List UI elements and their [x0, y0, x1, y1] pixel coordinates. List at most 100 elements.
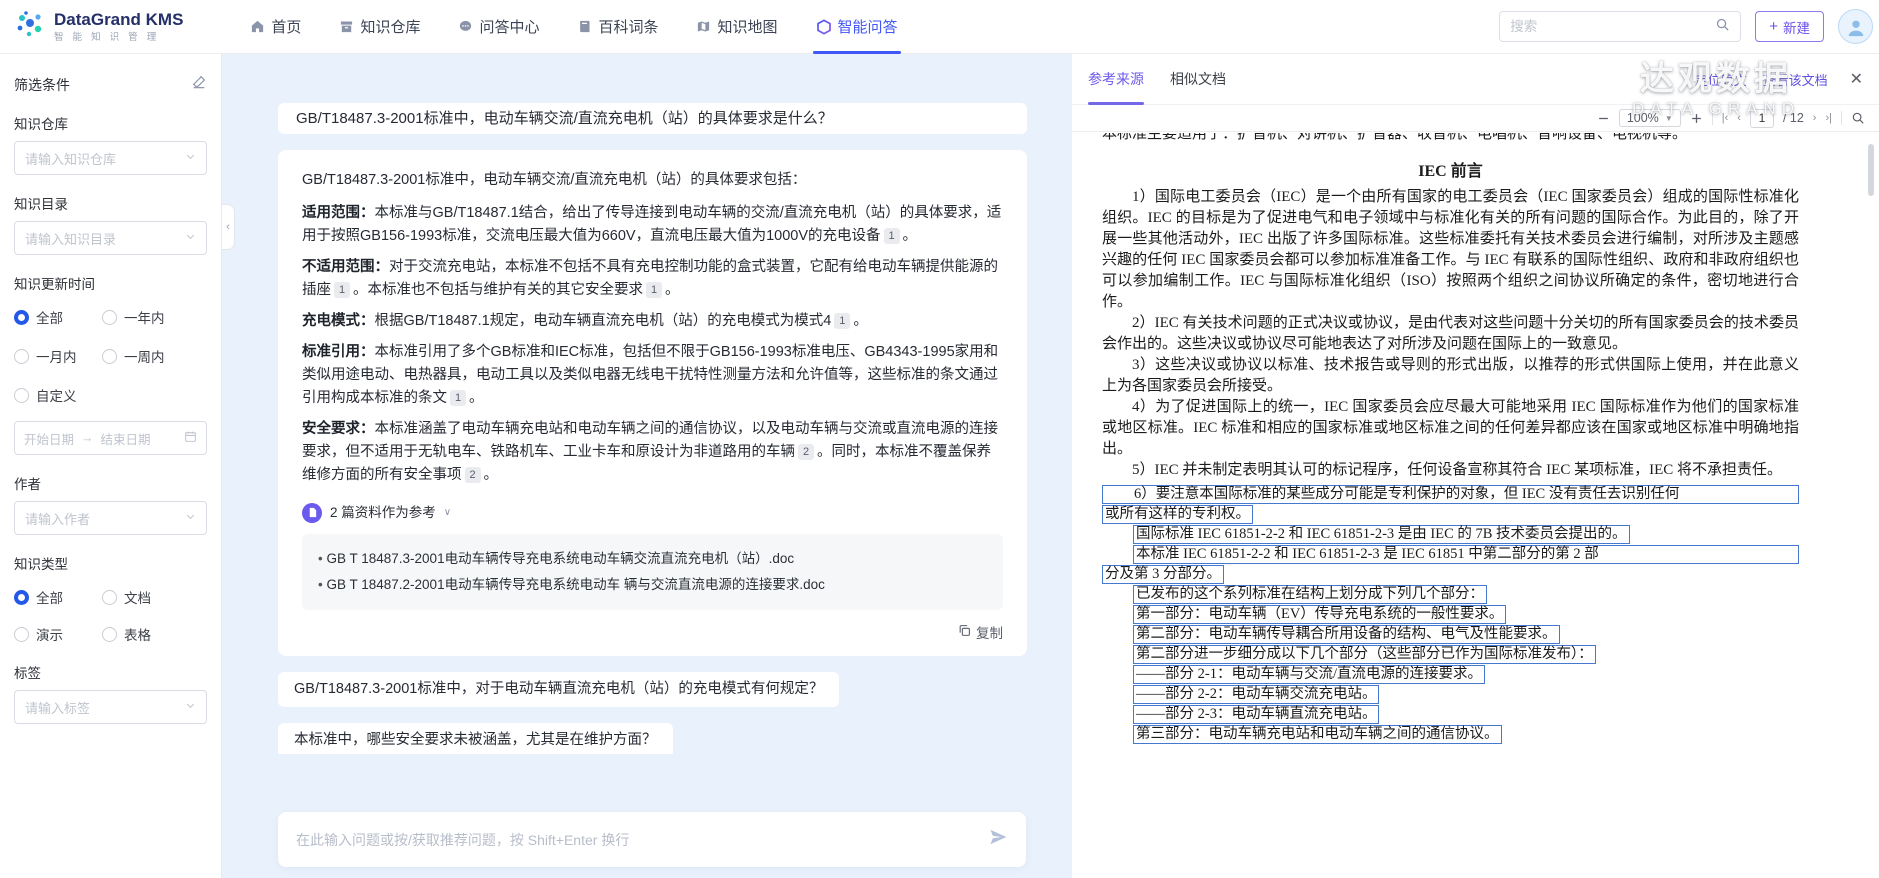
global-search[interactable]	[1499, 11, 1741, 42]
knowledge-type-radio-group: 全部 文档 演示 表格	[14, 587, 207, 644]
citation-badge[interactable]: 1	[450, 390, 466, 406]
main-nav: 首页 知识仓库 问答中心 百科词条 知识地图	[231, 0, 916, 54]
catalog-select[interactable]: 请输入知识目录	[14, 221, 207, 255]
repo-placeholder: 请输入知识仓库	[25, 149, 116, 168]
chat-bubble-icon	[458, 19, 473, 34]
nav-item-label: 知识仓库	[360, 16, 420, 37]
references-list: GB T 18487.3-2001电动车辆传导充电系统电动车辆交流直流充电机（站…	[302, 534, 1003, 610]
radio-time-one-year[interactable]: 一年内	[102, 307, 207, 327]
zoom-in-button[interactable]	[1690, 112, 1703, 125]
radio-time-all[interactable]: 全部	[14, 307, 102, 327]
zoom-level-select[interactable]: 100% ▼	[1619, 109, 1681, 127]
last-page-button[interactable]: ›|	[1825, 112, 1832, 124]
citation-badge[interactable]: 1	[646, 282, 662, 298]
highlight-line: 国际标准 IEC 61851-2-2 和 IEC 61851-2-3 是由 IE…	[1133, 525, 1630, 544]
suggested-question[interactable]: GB/T18487.3-2001标准中，对于电动车辆直流充电机（站）的充电模式有…	[278, 672, 839, 707]
author-select[interactable]: 请输入作者	[14, 501, 207, 535]
book-icon	[577, 19, 592, 34]
close-icon[interactable]: ✕	[1850, 69, 1863, 89]
radio-dot	[102, 627, 117, 642]
nav-item-encyclopedia[interactable]: 百科词条	[558, 0, 677, 54]
copy-icon	[958, 624, 971, 640]
answer-section: 安全要求：本标准涵盖了电动车辆充电站和电动车辆之间的通信协议，以及电动车辆与交流…	[302, 418, 1003, 487]
zoom-level-value: 100%	[1627, 111, 1659, 125]
radio-dot	[102, 310, 117, 325]
chevron-down-icon: ▼	[1665, 114, 1673, 123]
locate-source-link[interactable]: ❝ 定位原文	[1683, 70, 1747, 89]
zoom-out-button[interactable]	[1597, 112, 1610, 125]
radio-time-one-month[interactable]: 一月内	[14, 346, 102, 366]
question-input-bar	[278, 812, 1026, 867]
answer-section: 充电模式：根据GB/T18487.1规定，电动车辆直流充电机（站）的充电模式为模…	[302, 310, 1003, 333]
doc-paragraph: 2）IEC 有关技术问题的正式决议或协议，是由代表对这些问题十分关切的所有国家委…	[1102, 313, 1799, 355]
highlight-line: 第三部分：电动车辆充电站和电动车辆之间的通信协议。	[1133, 725, 1502, 744]
highlight-line: 第一部分：电动车辆（EV）传导充电系统的一般性要求。	[1133, 605, 1506, 624]
tag-select[interactable]: 请输入标签	[14, 690, 207, 724]
app-window: DataGrand KMS 智 能 知 识 管 理 首页 知识仓库 问答中心 百…	[0, 0, 1879, 878]
radio-type-sheet[interactable]: 表格	[102, 624, 207, 644]
answer-section: 不适用范围：对于交流充电站，本标准不包括不具有充电控制功能的盒式装置，它配有给电…	[302, 256, 1003, 302]
nav-item-knowledge-map[interactable]: 知识地图	[677, 0, 796, 54]
home-icon	[250, 19, 265, 34]
search-input[interactable]	[1510, 19, 1715, 34]
references-toggle[interactable]: 2 篇资料作为参考 ∨	[302, 501, 1003, 524]
nav-item-smart-qa[interactable]: 智能问答	[797, 0, 917, 54]
citation-badge[interactable]: 1	[334, 282, 350, 298]
prev-page-button[interactable]: ‹	[1737, 112, 1741, 124]
radio-type-all[interactable]: 全部	[14, 587, 102, 607]
tab-similar-docs[interactable]: 相似文档	[1170, 54, 1226, 105]
highlighted-passage: 6）要注意本国际标准的某些成分可能是专利保护的对象，但 IEC 没有责任去识别任…	[1102, 485, 1799, 744]
reference-doc-link[interactable]: GB T 18487.3-2001电动车辆传导充电系统电动车辆交流直流充电机（站…	[318, 546, 987, 572]
reference-reader-panel: 参考来源 相似文档 ❝ 定位原文 查看该文档 ✕ 100% ▼	[1072, 54, 1879, 878]
highlight-line: 第二部分进一步细分成以下几个部分（这些部分已作为国际标准发布）：	[1133, 645, 1596, 664]
radio-type-document[interactable]: 文档	[102, 587, 207, 607]
page-number-input[interactable]	[1750, 109, 1774, 128]
clear-filter-icon[interactable]	[191, 74, 207, 95]
tab-reference-source[interactable]: 参考来源	[1088, 54, 1144, 105]
nav-item-label: 首页	[271, 16, 301, 37]
radio-time-one-week[interactable]: 一周内	[102, 346, 207, 366]
nav-item-knowledge-repo[interactable]: 知识仓库	[320, 0, 439, 54]
view-document-link[interactable]: 查看该文档	[1763, 70, 1828, 89]
sidebar-collapse-handle[interactable]: ‹	[222, 204, 235, 250]
citation-badge[interactable]: 1	[834, 313, 850, 329]
reference-doc-link[interactable]: GB T 18487.2-2001电动车辆传导充电系统电动车 辆与交流直流电源的…	[318, 572, 987, 598]
citation-badge[interactable]: 2	[798, 444, 814, 460]
archive-box-icon	[339, 19, 354, 34]
repo-select[interactable]: 请输入知识仓库	[14, 141, 207, 175]
copy-button[interactable]: 复制	[958, 622, 1003, 642]
new-button[interactable]: + 新建	[1755, 11, 1824, 42]
user-avatar[interactable]	[1838, 9, 1873, 44]
date-range-picker[interactable]: 开始日期 → 结束日期	[14, 421, 207, 455]
chat-panel: GB/T18487.3-2001标准中，电动车辆交流/直流充电机（站）的具体要求…	[222, 54, 1072, 878]
radio-type-presentation[interactable]: 演示	[14, 624, 102, 644]
radio-time-custom[interactable]: 自定义	[14, 385, 102, 405]
catalog-placeholder: 请输入知识目录	[25, 229, 116, 248]
question-input[interactable]	[296, 832, 988, 848]
repo-label: 知识仓库	[14, 113, 207, 133]
document-search-icon[interactable]	[1851, 111, 1865, 125]
first-page-button[interactable]: |‹	[1722, 112, 1729, 124]
brand-logo[interactable]: DataGrand KMS 智 能 知 识 管 理	[14, 8, 183, 45]
send-icon[interactable]	[988, 827, 1008, 852]
citation-badge[interactable]: 2	[465, 467, 481, 483]
highlight-line: ——部分 2-3：电动车辆直流充电站。	[1133, 705, 1379, 724]
suggested-question[interactable]: 本标准中，哪些安全要求未被涵盖，尤其是在维护方面？	[278, 723, 673, 754]
citation-badge[interactable]: 1	[884, 228, 900, 244]
nav-item-label: 百科词条	[598, 16, 658, 37]
update-time-label: 知识更新时间	[14, 273, 207, 293]
nav-item-home[interactable]: 首页	[231, 0, 320, 54]
copy-label: 复制	[976, 622, 1003, 642]
document-viewer[interactable]: 本标准主要适用于：扩音机、对讲机、扩音器、收音机、电唱机、音响设备、电视机等。 …	[1072, 133, 1879, 878]
next-page-button[interactable]: ›	[1813, 112, 1817, 124]
chat-scroll-area[interactable]: GB/T18487.3-2001标准中，电动车辆交流/直流充电机（站）的具体要求…	[222, 54, 1072, 754]
reader-header: 参考来源 相似文档 ❝ 定位原文 查看该文档 ✕	[1072, 54, 1879, 105]
highlight-line: ——部分 2-1：电动车辆与交流/直流电源的连接要求。	[1133, 665, 1485, 684]
highlight-line: 已发布的这个系列标准在结构上划分成下列几个部分：	[1133, 585, 1487, 604]
nav-item-qa-center[interactable]: 问答中心	[439, 0, 558, 54]
highlight-line: ——部分 2-2：电动车辆交流充电站。	[1133, 685, 1379, 704]
search-icon[interactable]	[1715, 17, 1730, 37]
reference-doc-icon	[302, 503, 322, 523]
calendar-icon	[184, 430, 197, 446]
document-scrollbar[interactable]	[1868, 144, 1874, 196]
